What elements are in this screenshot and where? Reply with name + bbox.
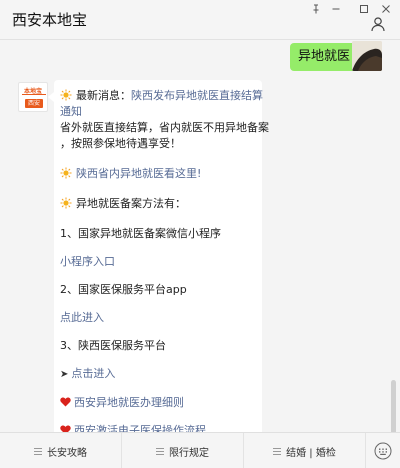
window-title: 西安本地宝 xyxy=(12,11,88,29)
chat-scrollbar[interactable] xyxy=(391,380,396,432)
menu-item-1-label: 长安攻略 xyxy=(47,447,87,459)
sun-icon xyxy=(60,167,72,179)
news-prefix: 最新消息： xyxy=(76,89,131,102)
menu-item-2[interactable]: 限行规定 xyxy=(122,433,244,468)
platform-entry-link[interactable]: 点击进入 xyxy=(71,367,115,380)
bot-avatar-tag: 西安 xyxy=(25,99,43,108)
method-item-2: 2、国家医保服务平台app xyxy=(60,283,187,296)
menu-item-3-label: 结婚 | 婚检 xyxy=(286,447,336,459)
menu-icon xyxy=(34,447,42,455)
news-link[interactable]: 陕西发布异地就医直接结算 xyxy=(131,89,263,102)
inprovince-link[interactable]: 陕西省内异地就医看这里! xyxy=(76,167,201,180)
chat-area[interactable]: 异地就医 本地宝 西安 最新消息：陕西发布异地就医直接结算 通知 省外就医直接结… xyxy=(0,40,400,432)
bot-avatar[interactable]: 本地宝 西安 xyxy=(18,82,48,112)
menu-icon xyxy=(156,447,164,455)
user-message-bubble[interactable]: 异地就医 xyxy=(290,43,365,71)
heart-icon xyxy=(60,396,71,407)
user-avatar[interactable] xyxy=(352,41,382,71)
bot-avatar-divider xyxy=(22,94,46,95)
window-titlebar: 西安本地宝 xyxy=(0,0,400,40)
menu-icon xyxy=(273,447,282,455)
menu-item-1[interactable]: 长安攻略 xyxy=(0,433,122,468)
bottom-menu-bar: 长安攻略 限行规定 结婚 | 婚检 xyxy=(0,432,400,468)
arrow-right-icon: ➤ xyxy=(60,369,69,380)
reply-body-line-1: 省外就医直接结算，省内就医不用异地备案 xyxy=(60,121,269,134)
sun-icon xyxy=(60,197,72,209)
person-icon[interactable] xyxy=(370,16,386,32)
method-item-1: 1、国家异地就医备案微信小程序 xyxy=(60,227,221,240)
method-item-3: 3、陕西医保服务平台 xyxy=(60,339,166,352)
sun-icon xyxy=(60,89,72,101)
menu-item-2-label: 限行规定 xyxy=(169,447,209,459)
keyboard-icon[interactable] xyxy=(366,433,400,468)
minimize-icon[interactable] xyxy=(322,0,350,18)
app-entry-link[interactable]: 点此进入 xyxy=(60,310,256,326)
miniprogram-link[interactable]: 小程序入口 xyxy=(60,254,256,270)
heart-icon xyxy=(60,424,71,432)
news-link-continued[interactable]: 通知 xyxy=(60,104,256,120)
activation-link[interactable]: 西安激活电子医保操作流程 xyxy=(74,424,206,432)
reply-body-line-2: ，按照参保地待遇享受！ xyxy=(60,137,181,150)
methods-heading: 异地就医备案方法有： xyxy=(76,197,186,210)
detail-rules-link[interactable]: 西安异地就医办理细则 xyxy=(74,396,184,409)
bot-reply-bubble: 最新消息：陕西发布异地就医直接结算 通知 省外就医直接结算，省内就医不用异地备案… xyxy=(48,80,269,432)
menu-item-3[interactable]: 结婚 | 婚检 xyxy=(244,433,366,468)
